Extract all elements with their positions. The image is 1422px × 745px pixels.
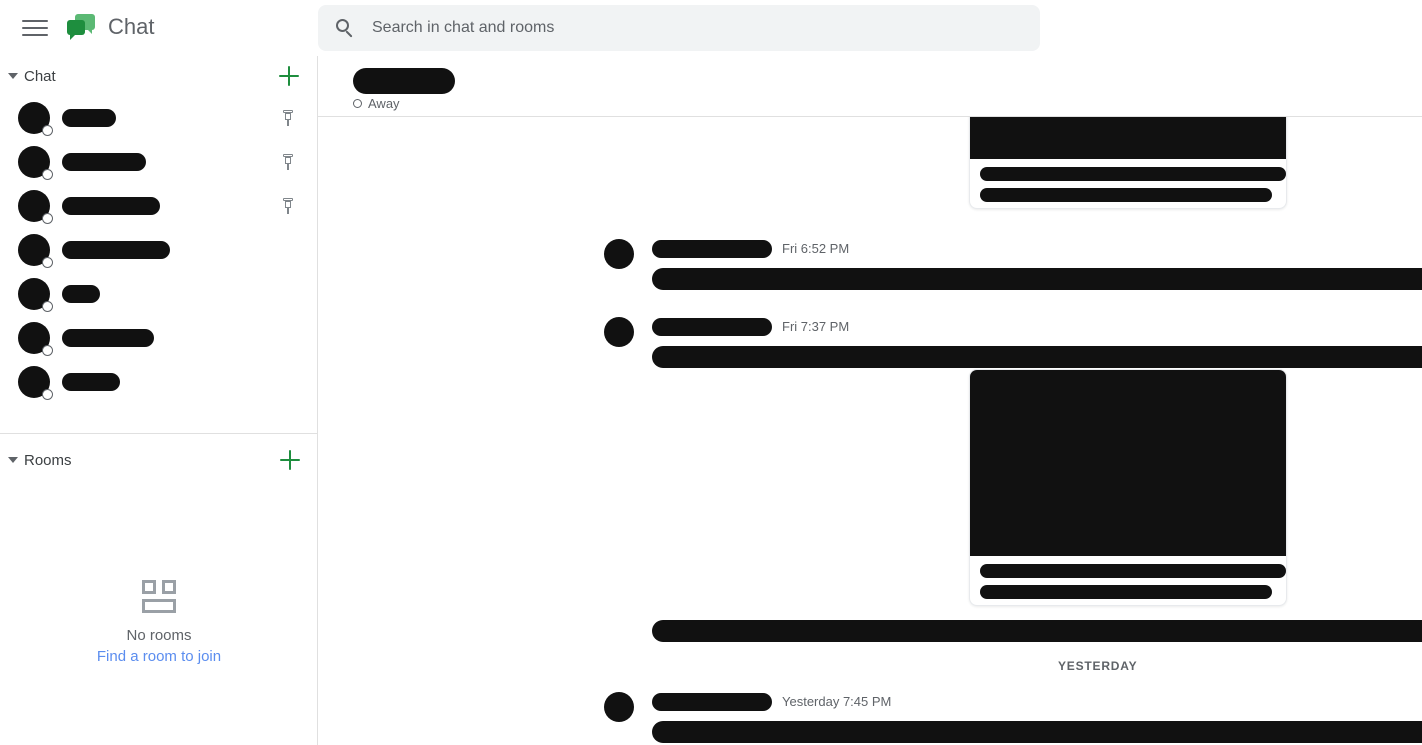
hamburger-menu-icon[interactable]: [22, 16, 48, 40]
card-image-redacted: [970, 117, 1286, 159]
google-chat-logo-icon: [66, 12, 96, 42]
presence-away-icon: [42, 213, 53, 224]
rooms-empty-state: No rooms Find a room to join: [0, 580, 318, 665]
chat-list-item[interactable]: [0, 272, 317, 316]
card-image-redacted: [970, 370, 1286, 556]
presence-away-icon: [42, 389, 53, 400]
find-room-link[interactable]: Find a room to join: [97, 648, 221, 665]
pin-icon[interactable]: [281, 154, 295, 170]
pin-icon[interactable]: [281, 198, 295, 214]
message-sender-redacted: [652, 240, 772, 258]
chat-list-item[interactable]: [0, 184, 317, 228]
top-bar: Chat: [0, 0, 1422, 56]
logo-bubble-front: [67, 20, 85, 40]
rooms-section-title: Rooms: [24, 451, 72, 469]
card-text-line-redacted: [980, 188, 1272, 202]
avatar: [18, 278, 53, 312]
chat-section-title: Chat: [24, 67, 56, 85]
card-text-block: [970, 159, 1286, 208]
rooms-icon-square-right: [162, 580, 176, 594]
chat-section-header: Chat: [0, 56, 317, 96]
rooms-icon-square-left: [142, 580, 156, 594]
card-text-block: [970, 556, 1286, 605]
chat-item-name-redacted: [62, 329, 154, 347]
app-title: Chat: [108, 14, 155, 39]
presence-away-icon: [42, 125, 53, 136]
message-text-redacted: [652, 721, 1422, 743]
chat-list-item[interactable]: [0, 316, 317, 360]
google-chat-app: Chat Chat Rooms No room: [0, 0, 1422, 745]
search-input[interactable]: [370, 18, 1010, 38]
rooms-grid-icon: [141, 580, 177, 613]
chat-list-item[interactable]: [0, 140, 317, 184]
avatar: [18, 366, 53, 400]
presence-away-icon: [42, 257, 53, 268]
caret-down-icon[interactable]: [8, 73, 18, 79]
card-text-line-redacted: [980, 585, 1272, 599]
chat-list-item[interactable]: [0, 96, 317, 140]
chat-item-name-redacted: [62, 241, 170, 259]
no-rooms-label: No rooms: [126, 627, 192, 644]
plus-icon-new-room[interactable]: [280, 450, 300, 470]
hamburger-line: [22, 27, 48, 29]
message-text-redacted: [652, 620, 1422, 642]
avatar[interactable]: [604, 239, 634, 269]
chat-item-name-redacted: [62, 285, 100, 303]
avatar: [18, 102, 53, 136]
brand: Chat: [66, 12, 154, 42]
chat-item-name-redacted: [62, 153, 146, 171]
search-icon: [334, 17, 356, 39]
away-clock-icon: [353, 99, 362, 108]
card-text-line-redacted: [980, 564, 1286, 578]
rooms-section-header: Rooms: [0, 440, 318, 480]
link-preview-card[interactable]: [969, 117, 1287, 209]
message-timestamp: Fri 6:52 PM: [782, 241, 850, 256]
message-text-redacted: [652, 346, 1422, 368]
status-badge[interactable]: Away: [353, 96, 400, 111]
chat-list-item[interactable]: [0, 228, 317, 272]
hamburger-line: [22, 20, 48, 22]
plus-icon-new-chat[interactable]: [279, 66, 299, 86]
status-label-text: Away: [368, 96, 400, 111]
caret-down-icon[interactable]: [8, 457, 18, 463]
chat-item-name-redacted: [62, 109, 116, 127]
status-bar: Away: [318, 56, 1422, 140]
presence-away-icon: [42, 345, 53, 356]
avatar: [18, 322, 53, 356]
avatar[interactable]: [604, 317, 634, 347]
left-sidebar: Chat Rooms No rooms Find a room to join: [0, 56, 318, 745]
chat-item-name-redacted: [62, 373, 120, 391]
avatar[interactable]: [604, 692, 634, 722]
presence-away-icon: [42, 169, 53, 180]
hamburger-line: [22, 34, 48, 36]
sidebar-divider: [0, 433, 317, 434]
search-bar[interactable]: [318, 5, 1040, 51]
avatar: [18, 190, 53, 224]
message-text-redacted: [652, 268, 1422, 290]
message-sender-redacted: [652, 693, 772, 711]
avatar: [18, 146, 53, 180]
link-preview-card[interactable]: [969, 369, 1287, 606]
message-pane[interactable]: Fri 6:52 PM Fri 7:37 PM Yesterday 7:45 PM Y…: [318, 117, 1422, 745]
day-divider: YESTERDAY: [1058, 659, 1138, 673]
presence-away-icon: [42, 301, 53, 312]
card-text-line-redacted: [980, 167, 1286, 181]
message-sender-redacted: [652, 318, 772, 336]
chat-item-name-redacted: [62, 197, 160, 215]
chat-list: [0, 96, 317, 404]
message-timestamp: Fri 7:37 PM: [782, 319, 850, 334]
pin-icon[interactable]: [281, 110, 295, 126]
current-user-name-redacted[interactable]: [353, 68, 455, 94]
rooms-icon-bar: [142, 599, 176, 613]
avatar: [18, 234, 53, 268]
chat-list-item[interactable]: [0, 360, 317, 404]
message-timestamp: Yesterday 7:45 PM: [782, 694, 892, 709]
